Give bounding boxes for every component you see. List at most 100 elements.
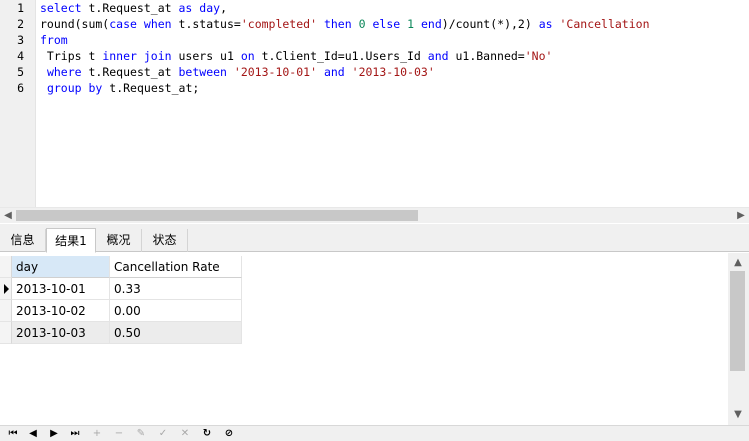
code-token: Trips t <box>40 49 103 63</box>
code-token: 'No' <box>524 49 553 63</box>
code-token: t.Request_at <box>81 65 179 79</box>
row-indicator[interactable] <box>0 300 12 322</box>
apply-changes-icon[interactable]: ✓ <box>154 426 172 441</box>
record-navigation-bar: ⏮ ◀ ▶ ⏭ + − ✎ ✓ ✕ ↻ ⊘ <box>0 425 749 441</box>
code-token: inner <box>102 49 137 63</box>
scroll-up-icon[interactable]: ▲ <box>730 255 746 271</box>
cell-cancellation-rate[interactable]: 0.33 <box>110 278 242 300</box>
code-token: group <box>46 81 82 95</box>
tab-overview[interactable]: 概况 <box>96 229 142 252</box>
cell-day[interactable]: 2013-10-01 <box>12 278 110 300</box>
line-number: 5 <box>17 65 24 79</box>
scroll-down-icon[interactable]: ▼ <box>730 407 746 423</box>
code-token: 0 <box>358 17 366 31</box>
sql-editor[interactable]: 1 2 3 4 5 6 select t.Request_at as day, round(… <box>0 0 749 207</box>
code-token: t.Request_at; <box>102 81 200 95</box>
code-token: on <box>240 49 255 63</box>
editor-horizontal-scrollbar[interactable]: ◀ ▶ <box>0 207 749 223</box>
code-token: where <box>46 65 82 79</box>
tab-info[interactable]: 信息 <box>0 229 46 252</box>
edit-record-icon[interactable]: ✎ <box>132 426 150 441</box>
code-token: as <box>178 1 193 15</box>
line-number: 2 <box>17 17 24 31</box>
scroll-right-icon[interactable]: ▶ <box>733 208 749 224</box>
code-line[interactable]: Trips t inner join users u1 on t.Client_… <box>40 48 553 64</box>
code-line[interactable]: where t.Request_at between '2013-10-01' … <box>40 64 435 80</box>
last-record-icon[interactable]: ⏭ <box>66 426 84 441</box>
result-grid[interactable]: day Cancellation Rate 2013-10-01 0.33 20… <box>0 253 728 425</box>
code-token: when <box>143 17 172 31</box>
line-number: 3 <box>17 33 24 47</box>
cell-day[interactable]: 2013-10-02 <box>12 300 110 322</box>
line-number: 4 <box>17 49 24 63</box>
line-number: 6 <box>17 81 24 95</box>
code-token: then <box>323 17 352 31</box>
cell-cancellation-rate[interactable]: 0.50 <box>110 322 242 344</box>
code-token: 'Cancellation <box>559 17 650 31</box>
code-token: case <box>109 17 137 31</box>
previous-record-icon[interactable]: ◀ <box>24 426 42 441</box>
code-token: join <box>143 49 172 63</box>
code-token: as <box>538 17 553 31</box>
row-indicator[interactable] <box>0 322 12 344</box>
row-indicator[interactable] <box>0 278 12 300</box>
line-number-gutter: 1 2 3 4 5 6 <box>0 0 36 207</box>
scrollbar-thumb[interactable] <box>730 271 745 371</box>
code-line[interactable]: from <box>40 32 68 48</box>
first-record-icon[interactable]: ⏮ <box>4 426 22 441</box>
code-token: , <box>220 1 227 15</box>
column-header-cancellation-rate[interactable]: Cancellation Rate <box>110 256 242 278</box>
tab-status[interactable]: 状态 <box>142 229 188 252</box>
current-row-arrow-icon <box>4 284 9 294</box>
next-record-icon[interactable]: ▶ <box>45 426 63 441</box>
code-token: '2013-10-01' <box>233 65 317 79</box>
column-header-day[interactable]: day <box>12 256 110 278</box>
code-token: )/count(*),2) <box>441 17 539 31</box>
code-token: t.status= <box>171 17 241 31</box>
code-token: and <box>427 49 449 63</box>
tab-result1[interactable]: 结果1 <box>46 228 96 253</box>
refresh-icon[interactable]: ↻ <box>198 426 216 441</box>
code-token: 1 <box>407 17 415 31</box>
result-tab-bar: 信息 结果1 概况 状态 <box>0 224 749 253</box>
cell-day[interactable]: 2013-10-03 <box>12 322 110 344</box>
code-token: by <box>88 81 103 95</box>
code-token: 'completed' <box>240 17 318 31</box>
code-token: t.Request_at <box>81 1 179 15</box>
code-line[interactable]: select t.Request_at as day, <box>40 0 227 16</box>
scrollbar-thumb[interactable] <box>16 210 418 221</box>
add-record-icon[interactable]: + <box>88 426 106 441</box>
code-line[interactable]: group by t.Request_at; <box>40 80 199 96</box>
code-token: from <box>40 33 68 47</box>
delete-record-icon[interactable]: − <box>110 426 128 441</box>
code-token: t.Client_Id=u1.Users_Id <box>254 49 428 63</box>
header-row-indicator <box>0 256 12 278</box>
code-token: u1.Banned= <box>448 49 525 63</box>
stop-icon[interactable]: ⊘ <box>220 426 238 441</box>
line-number: 1 <box>17 1 24 15</box>
code-token: end <box>420 17 442 31</box>
code-token: between <box>178 65 227 79</box>
code-line[interactable]: round(sum(case when t.status='completed'… <box>40 16 650 32</box>
code-token: '2013-10-03' <box>351 65 435 79</box>
scroll-left-icon[interactable]: ◀ <box>0 208 16 224</box>
code-token: select <box>40 1 82 15</box>
grid-vertical-scrollbar[interactable]: ▲ ▼ <box>728 253 749 425</box>
discard-changes-icon[interactable]: ✕ <box>176 426 194 441</box>
cell-cancellation-rate[interactable]: 0.00 <box>110 300 242 322</box>
code-token: day <box>199 1 221 15</box>
code-token: else <box>372 17 401 31</box>
code-token: and <box>323 65 345 79</box>
